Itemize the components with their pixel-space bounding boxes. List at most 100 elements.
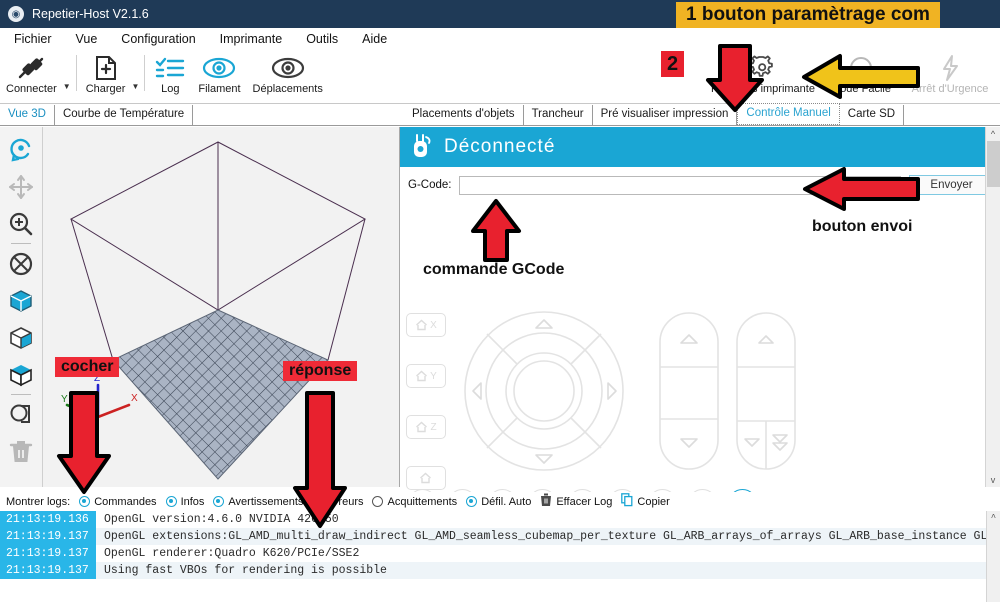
view-mode-open-icon[interactable]	[4, 356, 38, 393]
menu-item-outils[interactable]: Outils	[306, 32, 338, 46]
log-filter-acquittements[interactable]: Acquittements	[372, 496, 457, 508]
viewer-divider-1	[11, 243, 31, 244]
tab-strips: Vue 3D Courbe de Température Placements …	[0, 103, 1000, 126]
gear-icon	[748, 53, 778, 83]
jog-controls: X Y Z	[400, 201, 1000, 545]
log-scroll-up-icon[interactable]: ^	[987, 513, 1000, 523]
connect-dropdown-icon[interactable]: ▼	[63, 82, 71, 91]
radio-icon-commandes[interactable]	[79, 496, 91, 507]
copy-log-button[interactable]: Copier	[621, 493, 670, 510]
home-all-button[interactable]	[406, 466, 446, 490]
radio-icon-avertissements[interactable]	[213, 496, 225, 507]
viewer-toolbar	[0, 127, 43, 487]
toolbar-load-label: Charger	[85, 83, 126, 95]
svg-text:X: X	[131, 393, 138, 404]
log-filter-erreurs[interactable]: Erreurs	[312, 496, 363, 508]
toolbar-easy-mode-label: Mode Facile	[831, 83, 891, 95]
toolbar-printer-settings-button[interactable]: Réglages imprimante	[704, 51, 822, 95]
clear-log-button[interactable]: Effacer Log	[540, 493, 612, 510]
tab-placements-objets[interactable]: Placements d'objets	[404, 105, 524, 125]
menu-item-fichier[interactable]: Fichier	[14, 32, 52, 46]
home-z-button[interactable]: Z	[406, 415, 446, 439]
toolbar-easy-mode-button[interactable]: Mode Facile	[822, 51, 900, 95]
svg-text:Y: Y	[61, 394, 68, 405]
zoom-view-icon[interactable]	[4, 205, 38, 242]
log-message: OpenGL renderer:Quadro K620/PCIe/SSE2	[104, 547, 360, 560]
log-filter-infos[interactable]: Infos	[165, 495, 205, 508]
viewport-3d[interactable]: Y Z X	[43, 127, 399, 487]
toolbar-load-button[interactable]: Charger	[80, 51, 132, 95]
menu-item-imprimante[interactable]: Imprimante	[220, 32, 283, 46]
plug-connect-icon	[16, 53, 46, 83]
home-y-label: Y	[430, 370, 437, 382]
log-scrollbar[interactable]: ^	[986, 511, 1000, 602]
title-bar: ◉ Repetier-Host V2.1.6	[0, 0, 1000, 28]
log-toolbar: Montrer logs: Commandes Infos Avertissem…	[0, 492, 1000, 511]
gcode-row: G-Code: Envoyer	[400, 167, 1000, 201]
toolbar-filament-button[interactable]: Filament	[192, 51, 246, 95]
toolbar-log-button[interactable]: Log	[148, 51, 192, 95]
home-buttons-column: X Y Z	[406, 313, 446, 517]
connection-status-text: Déconnecté	[444, 136, 556, 157]
toolbar-filament-label: Filament	[198, 83, 241, 95]
log-timestamp: 21:13:19.137	[0, 562, 96, 579]
tab-courbe-temperature[interactable]: Courbe de Température	[55, 105, 194, 125]
menu-item-configuration[interactable]: Configuration	[121, 32, 195, 46]
toolbar-emergency-stop-button[interactable]: Arrêt d'Urgence	[900, 51, 1000, 95]
log-filter-commandes[interactable]: Commandes	[79, 496, 157, 508]
log-filter-defil-auto[interactable]: Défil. Auto	[466, 496, 531, 508]
view-mode-half-icon[interactable]	[4, 319, 38, 356]
log-row: 21:13:19.137 OpenGL extensions:GL_AMD_mu…	[0, 528, 1000, 545]
z-axis-control[interactable]	[658, 311, 720, 476]
viewer-panel: Y Z X	[0, 127, 399, 487]
radio-icon-acquittements[interactable]	[372, 496, 384, 507]
home-z-label: Z	[430, 421, 437, 433]
toolbar-printer-settings-label: Réglages imprimante	[711, 83, 815, 95]
extruder-control[interactable]	[735, 311, 797, 476]
scroll-down-icon[interactable]: v	[991, 473, 996, 487]
log-filter-avertissements[interactable]: Avertissements	[213, 496, 303, 508]
scroll-up-icon[interactable]: ^	[991, 127, 995, 141]
gcode-input[interactable]	[459, 175, 901, 195]
log-filter-infos-label: Infos	[180, 495, 205, 508]
radio-icon-defil-auto[interactable]	[466, 496, 478, 507]
log-message: Using fast VBOs for rendering is possibl…	[104, 564, 387, 577]
panel-scrollbar[interactable]: ^ v	[985, 127, 1000, 487]
tab-trancheur[interactable]: Trancheur	[524, 105, 593, 125]
load-dropdown-icon[interactable]: ▼	[131, 82, 139, 91]
toolbar-connect-button[interactable]: Connecter	[0, 51, 63, 95]
menu-item-vue[interactable]: Vue	[76, 32, 98, 46]
eye-icon-2	[271, 53, 305, 83]
rotate-view-icon[interactable]	[4, 131, 38, 168]
tab-controle-manuel[interactable]: Contrôle Manuel	[737, 103, 840, 125]
move-view-icon[interactable]	[4, 168, 38, 205]
menu-bar: Fichier Vue Configuration Imprimante Out…	[0, 28, 1000, 51]
delete-object-icon[interactable]	[4, 433, 38, 470]
copy-icon	[621, 493, 633, 510]
log-filter-defil-auto-label: Défil. Auto	[481, 495, 532, 508]
tab-vue-3d[interactable]: Vue 3D	[0, 105, 55, 125]
radio-icon-erreurs[interactable]	[312, 496, 324, 507]
xy-jog-pad[interactable]	[462, 309, 627, 479]
send-button[interactable]: Envoyer	[909, 175, 994, 195]
eye-icon	[202, 53, 236, 83]
menu-item-aide[interactable]: Aide	[362, 32, 387, 46]
view-mode-solid-icon[interactable]	[4, 282, 38, 319]
home-y-button[interactable]: Y	[406, 364, 446, 388]
copy-log-label: Copier	[637, 495, 670, 508]
toolbar-connect-label: Connecter	[6, 83, 57, 95]
toolbar-emergency-stop-label: Arrêt d'Urgence	[911, 83, 989, 95]
scale-view-icon[interactable]	[4, 245, 38, 282]
home-x-button[interactable]: X	[406, 313, 446, 337]
scrollbar-thumb[interactable]	[987, 141, 1000, 187]
tab-carte-sd[interactable]: Carte SD	[840, 105, 905, 125]
duplicate-object-icon[interactable]	[4, 396, 38, 433]
log-toolbar-title: Montrer logs:	[6, 495, 71, 508]
log-pane[interactable]: 21:13:19.136 OpenGL version:4.6.0 NVIDIA…	[0, 511, 1000, 602]
manual-control-panel: Déconnecté G-Code: Envoyer X Y Z ^ v	[399, 127, 1000, 545]
tab-previsualiser-impression[interactable]: Pré visualiser impression	[593, 105, 738, 125]
toolbar-movements-button[interactable]: Déplacements	[247, 51, 329, 95]
toolbar-movements-label: Déplacements	[252, 83, 323, 95]
radio-icon-infos[interactable]	[165, 496, 177, 507]
app-window: ◉ Repetier-Host V2.1.6 Fichier Vue Confi…	[0, 0, 1000, 602]
